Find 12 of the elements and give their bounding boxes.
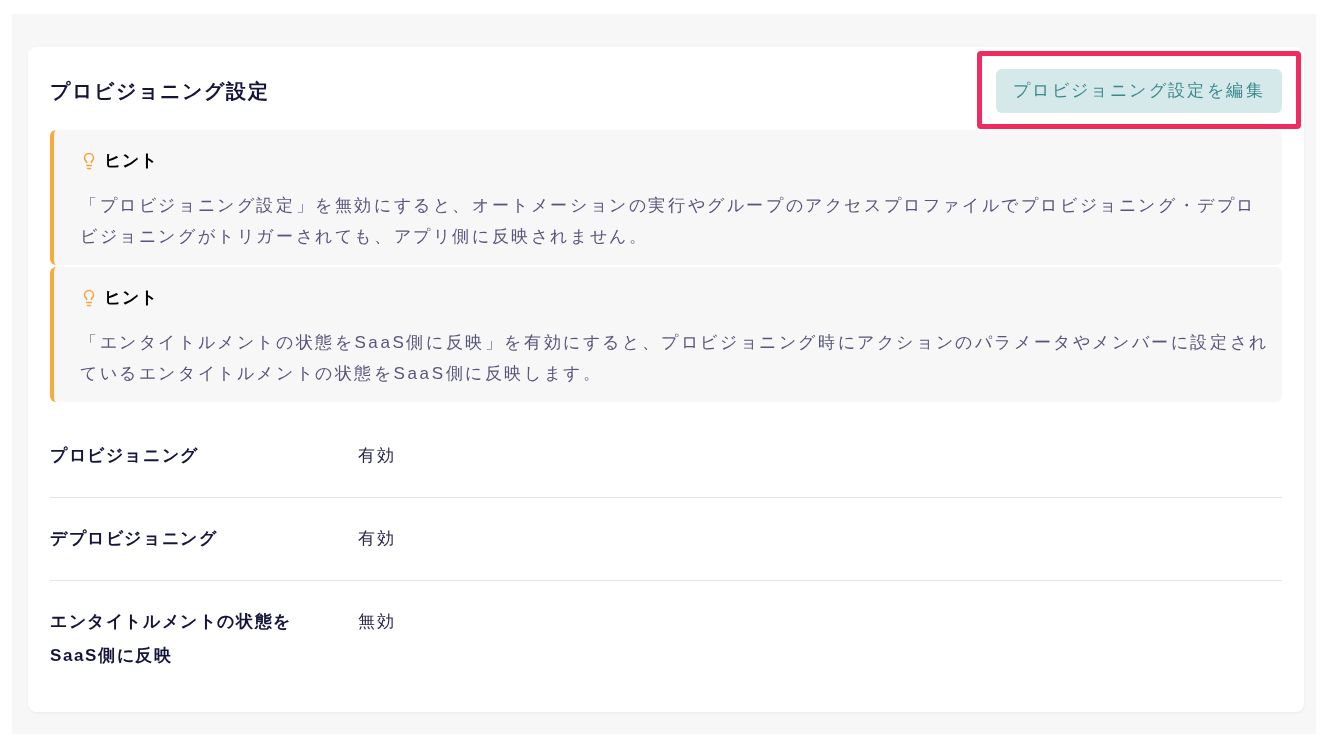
setting-label: デプロビジョニング <box>50 528 219 550</box>
setting-value: 無効 <box>358 611 396 633</box>
setting-value: 有効 <box>358 445 396 467</box>
setting-label: プロビジョニング <box>50 445 200 467</box>
hint-title: ヒント <box>104 150 158 173</box>
setting-label: エンタイトルメントの状態をSaaS側に反映 <box>50 611 293 667</box>
edit-button[interactable]: プロビジョニング設定を編集 <box>995 69 1282 113</box>
hint-text: 「プロビジョニング設定」を無効にすると、オートメーションの実行やグループのアクセスプロファイルでプロビジョニング・デプロビジョニングがトリガーされても、アプリ側に反映されません。 <box>80 195 1257 248</box>
setting-value: 有効 <box>358 528 396 550</box>
section-title: プロビジョニング設定 <box>50 79 270 104</box>
hint-title: ヒント <box>104 287 158 310</box>
hint-text: 「エンタイトルメントの状態をSaaS側に反映」を有効にすると、プロビジョニング時にアクションのパラメータやメンバーに設定されているエンタイトルメントの状態をSaaS側に反映します。 <box>80 332 1270 385</box>
